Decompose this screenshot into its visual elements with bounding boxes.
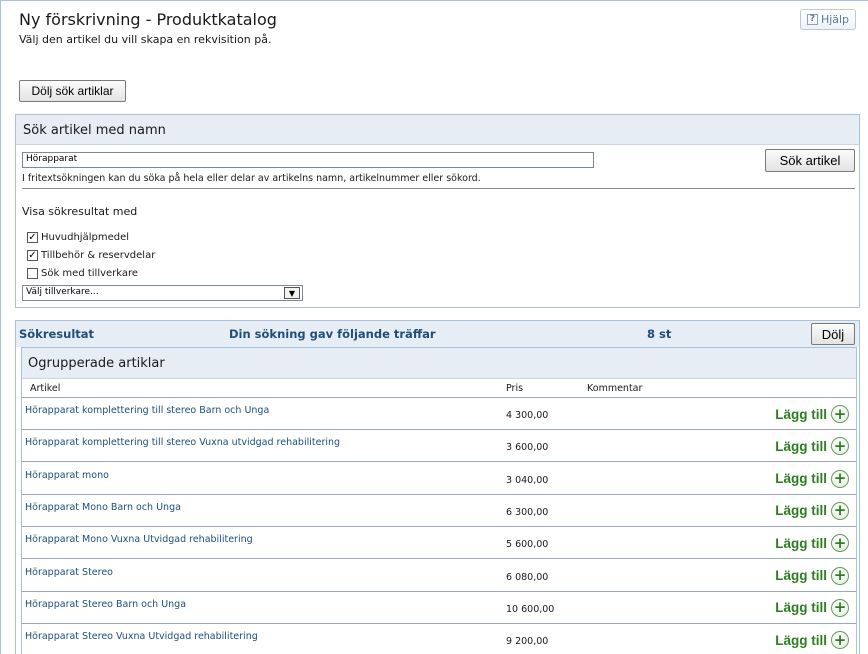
table-row: Hörapparat Stereo 6 080,00 Lägg till +	[22, 560, 856, 592]
plus-icon: +	[831, 631, 849, 650]
add-label: Lägg till	[775, 535, 827, 551]
add-label: Lägg till	[775, 503, 827, 519]
article-link[interactable]: Hörapparat komplettering till stereo Vux…	[25, 437, 340, 448]
add-button[interactable]: Lägg till +	[775, 501, 849, 520]
option-accessories[interactable]: ✓ Tillbehör & reservdelar	[27, 250, 155, 261]
manufacturer-select[interactable]: Välj tillverkare... ▼	[22, 285, 303, 301]
table-row: Hörapparat Mono Barn och Unga 6 300,00 Läg…	[22, 495, 856, 527]
hide-results-button[interactable]: Dölj	[811, 323, 855, 345]
group-header: Ogrupperade artiklar	[22, 348, 856, 378]
results-message: Din sökning gav följande träffar	[229, 327, 436, 341]
add-button[interactable]: Lägg till +	[775, 631, 849, 650]
hide-search-button[interactable]: Dölj sök artiklar	[19, 80, 126, 102]
table-row: Hörapparat komplettering till stereo Vux…	[22, 430, 856, 463]
table-row: Hörapparat Stereo Barn och Unga 10 600,00…	[22, 592, 856, 624]
article-price: 3 600,00	[506, 442, 549, 454]
add-button[interactable]: Lägg till +	[775, 534, 849, 553]
results-count: 8 st	[647, 327, 672, 341]
chevron-down-icon[interactable]: ▼	[284, 287, 300, 299]
table-row: Hörapparat Mono Vuxna Utvidgad rehabilit…	[22, 527, 856, 560]
divider	[22, 188, 855, 189]
page-subtitle: Välj den artikel du vill skapa en rekvis…	[19, 33, 272, 46]
add-button[interactable]: Lägg till +	[775, 437, 849, 456]
help-button[interactable]: ? Hjälp	[800, 9, 856, 30]
table-row: Hörapparat komplettering till stereo Bar…	[22, 398, 856, 430]
plus-icon: +	[831, 598, 849, 617]
show-results-label: Visa sökresultat med	[22, 205, 138, 218]
article-link[interactable]: Hörapparat Stereo Barn och Unga	[25, 599, 186, 610]
plus-icon: +	[831, 469, 849, 488]
plus-icon: +	[831, 534, 849, 553]
ungrouped-articles: Ogrupperade artiklar Artikel Pris Kommen…	[21, 347, 857, 654]
table-row: Hörapparat Stereo Vuxna Utvidgad rehabil…	[22, 624, 856, 654]
results-bar: Sökresultat Din sökning gav följande trä…	[16, 321, 859, 347]
group-title: Ogrupperade artiklar	[28, 356, 165, 371]
search-panel-header: Sök artikel med namn	[16, 115, 859, 145]
add-button[interactable]: Lägg till +	[775, 598, 849, 617]
article-link[interactable]: Hörapparat Mono Vuxna Utvidgad rehabilit…	[25, 534, 253, 545]
column-article: Artikel	[30, 383, 61, 394]
column-comment: Kommentar	[587, 383, 643, 394]
article-link[interactable]: Hörapparat mono	[25, 470, 109, 481]
option-label: Huvudhjälpmedel	[41, 232, 130, 243]
article-price: 9 200,00	[506, 636, 549, 648]
table-row: Hörapparat mono 3 040,00 Lägg till +	[22, 463, 856, 495]
search-panel: Sök artikel med namn Hörapparat Sök arti…	[15, 114, 860, 308]
article-price: 6 080,00	[506, 571, 549, 583]
article-link[interactable]: Hörapparat Stereo Vuxna Utvidgad rehabil…	[25, 631, 258, 642]
help-label: Hjälp	[820, 13, 850, 26]
article-link[interactable]: Hörapparat komplettering till stereo Bar…	[25, 405, 269, 416]
add-button[interactable]: Lägg till +	[775, 405, 849, 423]
table-header: Artikel Pris Kommentar	[22, 378, 856, 398]
option-label: Tillbehör & reservdelar	[41, 250, 156, 261]
article-price: 4 300,00	[506, 410, 549, 421]
checkbox-manufacturer[interactable]	[27, 268, 38, 279]
option-label: Sök med tillverkare	[41, 268, 139, 279]
page-title: Ny förskrivning - Produktkatalog	[19, 10, 277, 29]
page-frame: Ny förskrivning - Produktkatalog Välj de…	[0, 0, 868, 654]
checkbox-main-aids[interactable]: ✓	[27, 232, 38, 243]
results-panel: Sökresultat Din sökning gav följande trä…	[15, 320, 860, 654]
add-label: Lägg till	[775, 600, 827, 616]
manufacturer-select-value: Välj tillverkare...	[26, 287, 99, 297]
search-input[interactable]: Hörapparat	[22, 152, 594, 168]
add-label: Lägg till	[775, 471, 827, 487]
option-manufacturer[interactable]: Sök med tillverkare	[27, 268, 138, 279]
article-price: 5 600,00	[506, 539, 549, 551]
add-label: Lägg till	[775, 568, 827, 583]
checkbox-accessories[interactable]: ✓	[27, 250, 38, 261]
article-price: 3 040,00	[506, 474, 549, 486]
article-price: 10 600,00	[506, 603, 555, 615]
article-link[interactable]: Hörapparat Stereo	[25, 567, 113, 578]
plus-icon: +	[831, 566, 849, 585]
plus-icon: +	[831, 501, 849, 520]
add-label: Lägg till	[775, 406, 827, 422]
article-link[interactable]: Hörapparat Mono Barn och Unga	[25, 502, 181, 513]
article-price: 6 300,00	[506, 506, 549, 518]
add-button[interactable]: Lägg till +	[775, 566, 849, 585]
search-panel-title: Sök artikel med namn	[23, 123, 166, 138]
add-label: Lägg till	[775, 438, 827, 454]
help-icon: ?	[806, 14, 818, 25]
add-button[interactable]: Lägg till +	[775, 469, 849, 488]
plus-icon: +	[831, 437, 849, 456]
add-label: Lägg till	[775, 632, 827, 648]
option-main-aids[interactable]: ✓ Huvudhjälpmedel	[27, 232, 129, 243]
search-hint: I fritextsökningen kan du söka på hela e…	[22, 173, 481, 184]
search-button[interactable]: Sök artikel	[765, 149, 855, 172]
results-title: Sökresultat	[19, 327, 95, 341]
column-price: Pris	[506, 383, 524, 394]
plus-icon: +	[831, 405, 849, 423]
